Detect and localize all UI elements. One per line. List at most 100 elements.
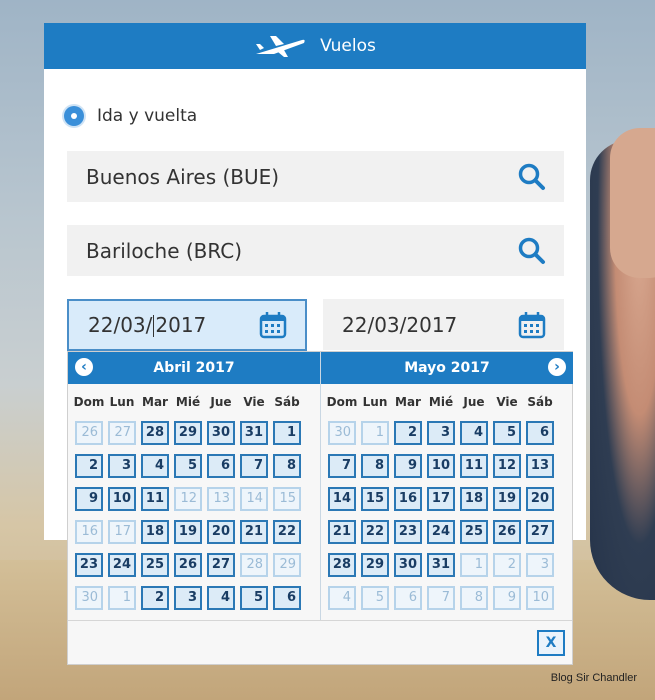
calendar-day[interactable]: 13 bbox=[526, 454, 554, 478]
calendar-day[interactable]: 31 bbox=[240, 421, 268, 445]
prev-month-button[interactable]: ‹ bbox=[73, 356, 95, 378]
calendar-day[interactable]: 8 bbox=[273, 454, 301, 478]
calendar-day: 30 bbox=[328, 421, 356, 445]
calendar-day[interactable]: 14 bbox=[328, 487, 356, 511]
calendar-day[interactable]: 29 bbox=[361, 553, 389, 577]
calendar-day[interactable]: 6 bbox=[207, 454, 235, 478]
departure-date-value[interactable]: 22/03/2017 bbox=[69, 313, 257, 338]
weekday-label: Dom bbox=[326, 395, 358, 409]
destination-field[interactable]: Bariloche (BRC) bbox=[67, 225, 564, 276]
weekday-row: Dom Lun Mar Mié Jue Vie Sáb bbox=[68, 384, 320, 417]
calendar-day: 4 bbox=[328, 586, 356, 610]
calendar-day[interactable]: 4 bbox=[460, 421, 488, 445]
calendar-day[interactable]: 9 bbox=[394, 454, 422, 478]
calendar-day[interactable]: 28 bbox=[328, 553, 356, 577]
calendar-day[interactable]: 27 bbox=[526, 520, 554, 544]
radio-button[interactable] bbox=[64, 106, 84, 126]
calendar-day[interactable]: 25 bbox=[141, 553, 169, 577]
weekday-label: Sáb bbox=[527, 395, 553, 409]
calendar-day[interactable]: 12 bbox=[493, 454, 521, 478]
return-date-value[interactable]: 22/03/2017 bbox=[323, 313, 516, 337]
calendar-day[interactable]: 6 bbox=[273, 586, 301, 610]
calendar-day[interactable]: 21 bbox=[328, 520, 356, 544]
calendar-day[interactable]: 26 bbox=[174, 553, 202, 577]
calendar-day[interactable]: 21 bbox=[240, 520, 268, 544]
calendar-day[interactable]: 22 bbox=[273, 520, 301, 544]
calendar-day[interactable]: 11 bbox=[141, 487, 169, 511]
calendar-day[interactable]: 4 bbox=[207, 586, 235, 610]
calendar-day[interactable]: 17 bbox=[427, 487, 455, 511]
origin-field[interactable]: Buenos Aires (BUE) bbox=[67, 151, 564, 202]
calendar-day[interactable]: 29 bbox=[174, 421, 202, 445]
background-hand bbox=[610, 128, 655, 278]
calendar-day[interactable]: 9 bbox=[75, 487, 103, 511]
return-date-field[interactable]: 22/03/2017 bbox=[323, 299, 564, 350]
calendar-day[interactable]: 5 bbox=[174, 454, 202, 478]
calendar-day[interactable]: 4 bbox=[141, 454, 169, 478]
next-month-button[interactable]: › bbox=[546, 356, 568, 378]
destination-value[interactable]: Bariloche (BRC) bbox=[67, 239, 516, 263]
origin-value[interactable]: Buenos Aires (BUE) bbox=[67, 165, 516, 189]
weekday-label: Lun bbox=[109, 395, 135, 409]
calendar-day[interactable]: 26 bbox=[493, 520, 521, 544]
calendar-icon[interactable] bbox=[257, 309, 289, 341]
calendar-day[interactable]: 23 bbox=[394, 520, 422, 544]
calendar-day[interactable]: 24 bbox=[108, 553, 136, 577]
calendar-day: 1 bbox=[460, 553, 488, 577]
calendar-day[interactable]: 1 bbox=[273, 421, 301, 445]
search-icon[interactable] bbox=[516, 235, 548, 267]
departure-date-field[interactable]: 22/03/2017 bbox=[67, 299, 307, 351]
calendar-day[interactable]: 20 bbox=[207, 520, 235, 544]
calendar-day: 7 bbox=[427, 586, 455, 610]
departure-date-text-end: 2017 bbox=[155, 312, 207, 337]
calendar-day: 14 bbox=[240, 487, 268, 511]
calendar-day[interactable]: 15 bbox=[361, 487, 389, 511]
calendar-day: 1 bbox=[361, 421, 389, 445]
calendar-day[interactable]: 18 bbox=[460, 487, 488, 511]
calendar-day[interactable]: 7 bbox=[328, 454, 356, 478]
calendar-day[interactable]: 2 bbox=[141, 586, 169, 610]
calendar-day[interactable]: 8 bbox=[361, 454, 389, 478]
trip-type-label: Ida y vuelta bbox=[97, 106, 198, 126]
trip-type-roundtrip[interactable]: Ida y vuelta bbox=[64, 106, 197, 126]
calendar-day[interactable]: 3 bbox=[427, 421, 455, 445]
calendar-day[interactable]: 3 bbox=[108, 454, 136, 478]
calendar-day[interactable]: 19 bbox=[174, 520, 202, 544]
weekday-label: Mar bbox=[395, 395, 421, 409]
calendar-day: 16 bbox=[75, 520, 103, 544]
calendar-day[interactable]: 19 bbox=[493, 487, 521, 511]
calendar-day[interactable]: 10 bbox=[427, 454, 455, 478]
calendar-day[interactable]: 27 bbox=[207, 553, 235, 577]
calendar-day[interactable]: 11 bbox=[460, 454, 488, 478]
calendar-day: 13 bbox=[207, 487, 235, 511]
calendar-day[interactable]: 5 bbox=[240, 586, 268, 610]
close-calendar-button[interactable]: X bbox=[537, 630, 565, 656]
calendar-day[interactable]: 3 bbox=[174, 586, 202, 610]
calendar-day[interactable]: 5 bbox=[493, 421, 521, 445]
calendar-day: 2 bbox=[493, 553, 521, 577]
calendar-day[interactable]: 24 bbox=[427, 520, 455, 544]
calendar-day[interactable]: 28 bbox=[141, 421, 169, 445]
calendar-day[interactable]: 20 bbox=[526, 487, 554, 511]
calendar-day[interactable]: 22 bbox=[361, 520, 389, 544]
calendar-day[interactable]: 2 bbox=[394, 421, 422, 445]
calendar-day[interactable]: 7 bbox=[240, 454, 268, 478]
calendar-day[interactable]: 23 bbox=[75, 553, 103, 577]
calendar-day[interactable]: 6 bbox=[526, 421, 554, 445]
calendar-day[interactable]: 10 bbox=[108, 487, 136, 511]
search-icon[interactable] bbox=[516, 161, 548, 193]
blog-credit: Blog Sir Chandler bbox=[550, 672, 637, 684]
calendar-day: 26 bbox=[75, 421, 103, 445]
calendar-day[interactable]: 18 bbox=[141, 520, 169, 544]
calendar-day[interactable]: 30 bbox=[207, 421, 235, 445]
month-title: Mayo 2017 bbox=[404, 360, 490, 376]
calendar-icon[interactable] bbox=[516, 309, 548, 341]
calendar-day[interactable]: 31 bbox=[427, 553, 455, 577]
weekday-label: Dom bbox=[73, 395, 105, 409]
date-picker: ‹ Abril 2017 Dom Lun Mar Mié Jue Vie Sáb… bbox=[67, 351, 573, 665]
calendar-day[interactable]: 30 bbox=[394, 553, 422, 577]
calendar-day[interactable]: 2 bbox=[75, 454, 103, 478]
calendar-day[interactable]: 16 bbox=[394, 487, 422, 511]
calendar-day[interactable]: 25 bbox=[460, 520, 488, 544]
departure-date-text: 22/03/ bbox=[88, 312, 153, 337]
